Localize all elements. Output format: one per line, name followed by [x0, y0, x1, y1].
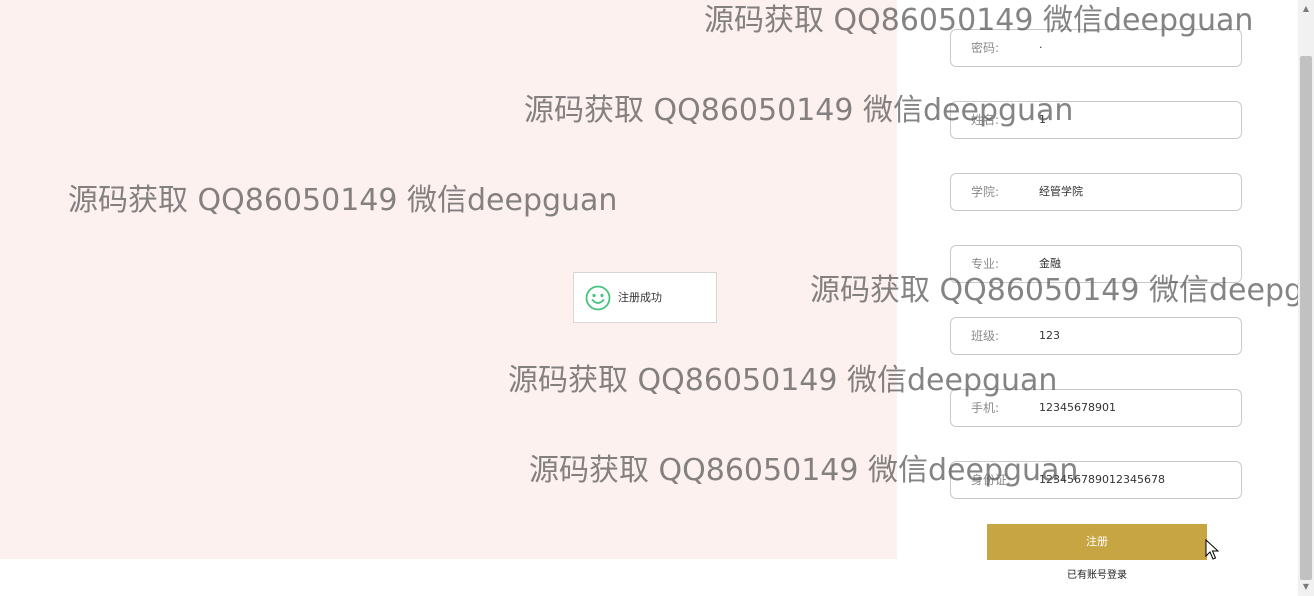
class-label: 班级:: [971, 329, 1000, 343]
major-field[interactable]: 专业: 金融: [950, 245, 1242, 283]
college-value: 经管学院: [1039, 185, 1083, 198]
id-card-value: 123456789012345678: [1039, 473, 1165, 486]
college-label: 学院:: [971, 185, 1000, 199]
phone-value: 12345678901: [1039, 401, 1116, 414]
mouse-cursor-icon: [1205, 539, 1219, 560]
toast-message: 注册成功: [618, 291, 662, 304]
class-field[interactable]: 班级: 123: [950, 317, 1242, 355]
major-label: 专业:: [971, 257, 1000, 271]
college-field[interactable]: 学院: 经管学院: [950, 173, 1242, 211]
major-value: 金融: [1039, 257, 1061, 270]
name-field[interactable]: 姓名: 1: [950, 101, 1242, 139]
id-card-field[interactable]: 身份证: 123456789012345678: [950, 461, 1242, 499]
register-button[interactable]: 注册: [987, 524, 1207, 560]
id-card-label: 身份证:: [971, 473, 1012, 487]
scroll-up-icon[interactable]: ▲: [1300, 2, 1312, 16]
name-label: 姓名:: [971, 113, 1000, 127]
password-label: 密码:: [971, 41, 1000, 55]
password-field[interactable]: 密码: ·: [950, 29, 1242, 67]
name-value: 1: [1039, 113, 1046, 126]
smiley-icon: [585, 285, 611, 311]
success-toast: 注册成功: [573, 272, 717, 323]
phone-label: 手机:: [971, 401, 1000, 415]
register-panel: [897, 0, 1298, 596]
phone-field[interactable]: 手机: 12345678901: [950, 389, 1242, 427]
login-link[interactable]: 已有账号登录: [1000, 566, 1194, 581]
scrollbar-thumb[interactable]: [1300, 56, 1312, 580]
password-value: ·: [1039, 41, 1043, 54]
scroll-down-icon[interactable]: ▼: [1300, 580, 1312, 594]
class-value: 123: [1039, 329, 1060, 342]
